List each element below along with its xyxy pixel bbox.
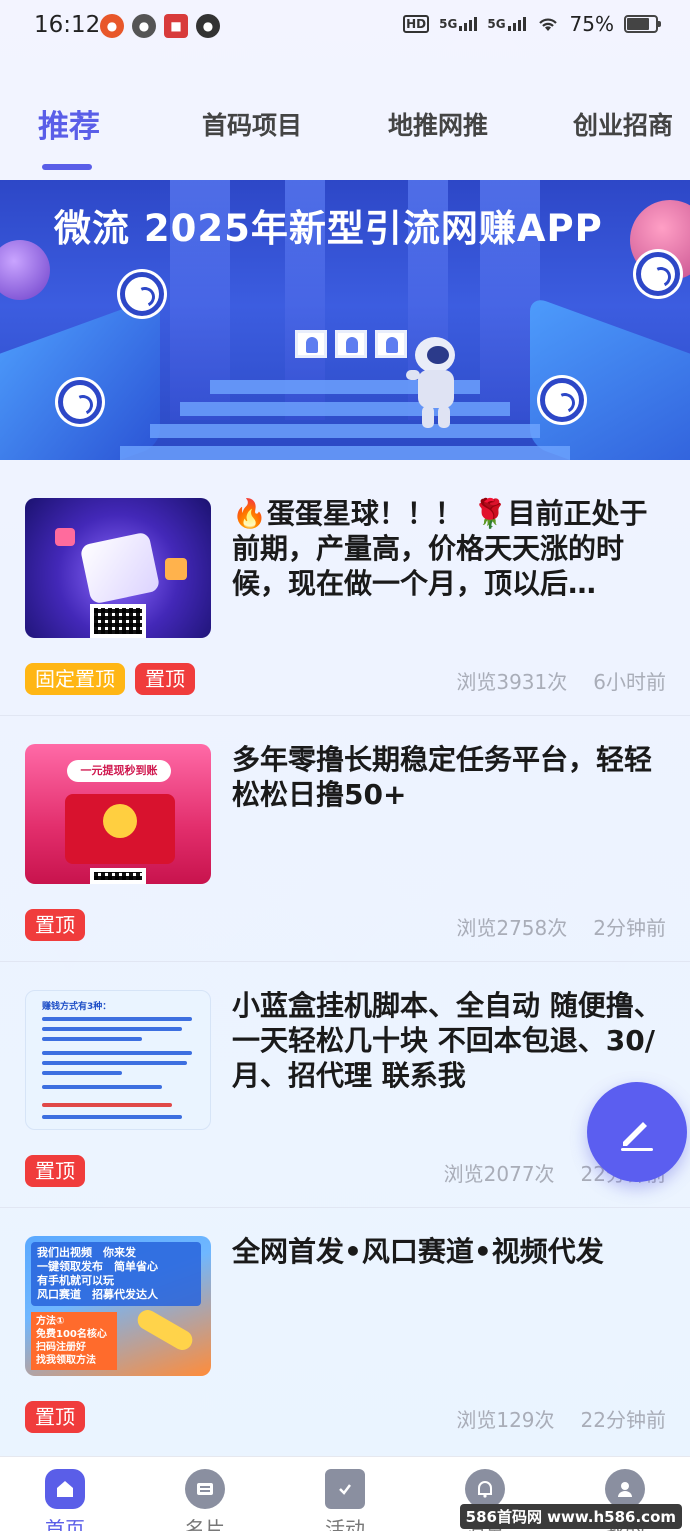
logo-icon bbox=[58, 380, 102, 424]
list-item[interactable]: 🔥蛋蛋星球！！！ 🌹目前正处于前期，产量高，价格天天涨的时候，现在做一个月，顶以… bbox=[0, 470, 690, 716]
post-meta: 浏览129次 22分钟前 bbox=[456, 1404, 666, 1433]
post-thumbnail: 赚钱方式有3种： bbox=[25, 990, 211, 1130]
view-count: 浏览2758次 bbox=[456, 916, 568, 940]
pinned-badge: 置顶 bbox=[25, 1155, 85, 1187]
thumb-banner-text: 一元提现秒到账 bbox=[67, 760, 171, 782]
signal-icon-2: 5G bbox=[487, 17, 526, 31]
post-thumbnail: 一元提现秒到账 bbox=[25, 744, 211, 884]
post-title: 多年零撸长期稳定任务平台，轻轻松松日撸50+ bbox=[232, 743, 653, 811]
thumb-text: 赚钱方式有3种： bbox=[42, 1002, 112, 1012]
banner-title: 微流 2025年新型引流网赚APP bbox=[54, 207, 603, 250]
site-watermark: 586首码网 www.h586.com bbox=[459, 1504, 682, 1529]
bell-icon bbox=[465, 1469, 505, 1509]
user-icon bbox=[605, 1469, 645, 1509]
pencil-icon bbox=[621, 1122, 653, 1151]
status-bar: 16:12 ● ● ■ ● HD 5G 5G 75% bbox=[0, 0, 690, 56]
view-count: 浏览129次 bbox=[456, 1408, 555, 1432]
thumb-line: 风口赛道 招募代发达人 bbox=[37, 1288, 158, 1301]
thumb-method-line: 找我领取方法 bbox=[36, 1355, 96, 1366]
thumb-line: 一键领取发布 简单省心 bbox=[37, 1260, 158, 1273]
active-tab-indicator bbox=[42, 164, 92, 170]
app-notification-icon: ● bbox=[100, 14, 124, 38]
tab-ground-promotion[interactable]: 地推网推 bbox=[388, 106, 488, 142]
post-time: 6小时前 bbox=[593, 670, 666, 694]
post-time: 2分钟前 bbox=[593, 916, 666, 940]
card-icon bbox=[185, 1469, 225, 1509]
thumb-method-block: 方法① 免费100名核心 扫码注册好 找我领取方法 bbox=[31, 1312, 117, 1370]
thumb-method-line: 扫码注册好 bbox=[36, 1342, 86, 1353]
post-badges: 固定置顶 置顶 bbox=[25, 663, 195, 695]
thumb-text-block: 我们出视频 你来发 一键领取发布 简单省心 有手机就可以玩 风口赛道 招募代发达… bbox=[31, 1242, 201, 1306]
pinned-badge: 置顶 bbox=[25, 1401, 85, 1433]
post-time: 22分钟前 bbox=[580, 1408, 666, 1432]
astronaut-icon bbox=[406, 337, 455, 428]
wechat-icon: ● bbox=[132, 14, 156, 38]
banner-stairs bbox=[120, 350, 570, 460]
nav-card[interactable]: 名片 bbox=[165, 1469, 245, 1531]
pinned-fixed-badge: 固定置顶 bbox=[25, 663, 125, 695]
pinned-badge: 置顶 bbox=[25, 909, 85, 941]
view-count: 浏览3931次 bbox=[456, 670, 568, 694]
promo-banner[interactable]: 微流 2025年新型引流网赚APP bbox=[0, 180, 690, 460]
hd-icon: HD bbox=[403, 15, 430, 33]
task-icon bbox=[325, 1469, 365, 1509]
coin-icon bbox=[103, 804, 137, 838]
status-time: 16:12 bbox=[34, 12, 101, 38]
post-thumbnail: 我们出视频 你来发 一键领取发布 简单省心 有手机就可以玩 风口赛道 招募代发达… bbox=[25, 1236, 211, 1376]
profile-frame-icon bbox=[295, 330, 327, 358]
battery-icon bbox=[624, 15, 661, 33]
post-meta: 浏览3931次 6小时前 bbox=[456, 666, 666, 695]
list-item[interactable]: 赚钱方式有3种： 小蓝盒挂机脚本、全自动 随便撸、一天轻松几十块 不回本包退、3… bbox=[0, 962, 690, 1208]
post-title: 小蓝盒挂机脚本、全自动 随便撸、一天轻松几十块 不回本包退、30/月、招代理 联… bbox=[232, 989, 662, 1092]
logo-icon bbox=[636, 252, 680, 296]
category-tabs: 推荐 首码项目 地推网推 创业招商 bbox=[0, 96, 690, 176]
profile-frame-icon bbox=[335, 330, 367, 358]
pinned-badge: 置顶 bbox=[135, 663, 195, 695]
logo-icon bbox=[120, 272, 164, 316]
tab-business-recruitment[interactable]: 创业招商 bbox=[573, 106, 673, 142]
thumb-line: 有手机就可以玩 bbox=[37, 1274, 114, 1287]
system-status: HD 5G 5G 75% bbox=[403, 12, 661, 36]
qr-code bbox=[90, 604, 146, 638]
view-count: 浏览2077次 bbox=[443, 1162, 555, 1186]
signal-icon: 5G bbox=[439, 17, 478, 31]
post-badges: 置顶 bbox=[25, 1155, 85, 1187]
qr-code bbox=[90, 868, 146, 884]
pencil-illustration bbox=[134, 1306, 196, 1354]
nav-home[interactable]: 首页 bbox=[25, 1469, 105, 1531]
compose-button[interactable] bbox=[587, 1082, 687, 1182]
post-thumbnail bbox=[25, 498, 211, 638]
phone-illustration bbox=[79, 531, 161, 605]
heart-icon bbox=[55, 528, 75, 546]
list-item[interactable]: 一元提现秒到账 多年零撸长期稳定任务平台，轻轻松松日撸50+ 置顶 浏览2758… bbox=[0, 716, 690, 962]
nav-label: 首页 bbox=[45, 1517, 85, 1531]
bag-icon bbox=[165, 558, 187, 580]
app-badge-icon: ■ bbox=[164, 14, 188, 38]
nav-label: 活动 bbox=[325, 1517, 365, 1531]
wifi-icon bbox=[538, 18, 557, 31]
post-meta: 浏览2758次 2分钟前 bbox=[456, 912, 666, 941]
nav-activity[interactable]: 活动 bbox=[305, 1469, 385, 1531]
thumb-method-line: 免费100名核心 bbox=[36, 1329, 107, 1340]
logo-icon bbox=[540, 378, 584, 422]
post-title: 🔥蛋蛋星球！！！ 🌹目前正处于前期，产量高，价格天天涨的时候，现在做一个月，顶以… bbox=[232, 497, 648, 600]
post-badges: 置顶 bbox=[25, 1401, 85, 1433]
planet-icon bbox=[0, 240, 50, 300]
post-title: 全网首发•风口赛道•视频代发 bbox=[232, 1235, 604, 1268]
thumb-method: 方法① bbox=[36, 1316, 65, 1327]
cat-app-icon: ● bbox=[196, 14, 220, 38]
thumb-line: 我们出视频 你来发 bbox=[37, 1246, 136, 1259]
nav-label: 名片 bbox=[185, 1517, 225, 1531]
list-item[interactable]: 我们出视频 你来发 一键领取发布 简单省心 有手机就可以玩 风口赛道 招募代发达… bbox=[0, 1208, 690, 1454]
tab-first-code-projects[interactable]: 首码项目 bbox=[202, 106, 302, 142]
home-icon bbox=[45, 1469, 85, 1509]
battery-percent: 75% bbox=[569, 12, 614, 36]
notification-icons: ● ● ■ ● bbox=[100, 14, 220, 38]
post-badges: 置顶 bbox=[25, 909, 85, 941]
tab-recommend[interactable]: 推荐 bbox=[38, 101, 100, 146]
